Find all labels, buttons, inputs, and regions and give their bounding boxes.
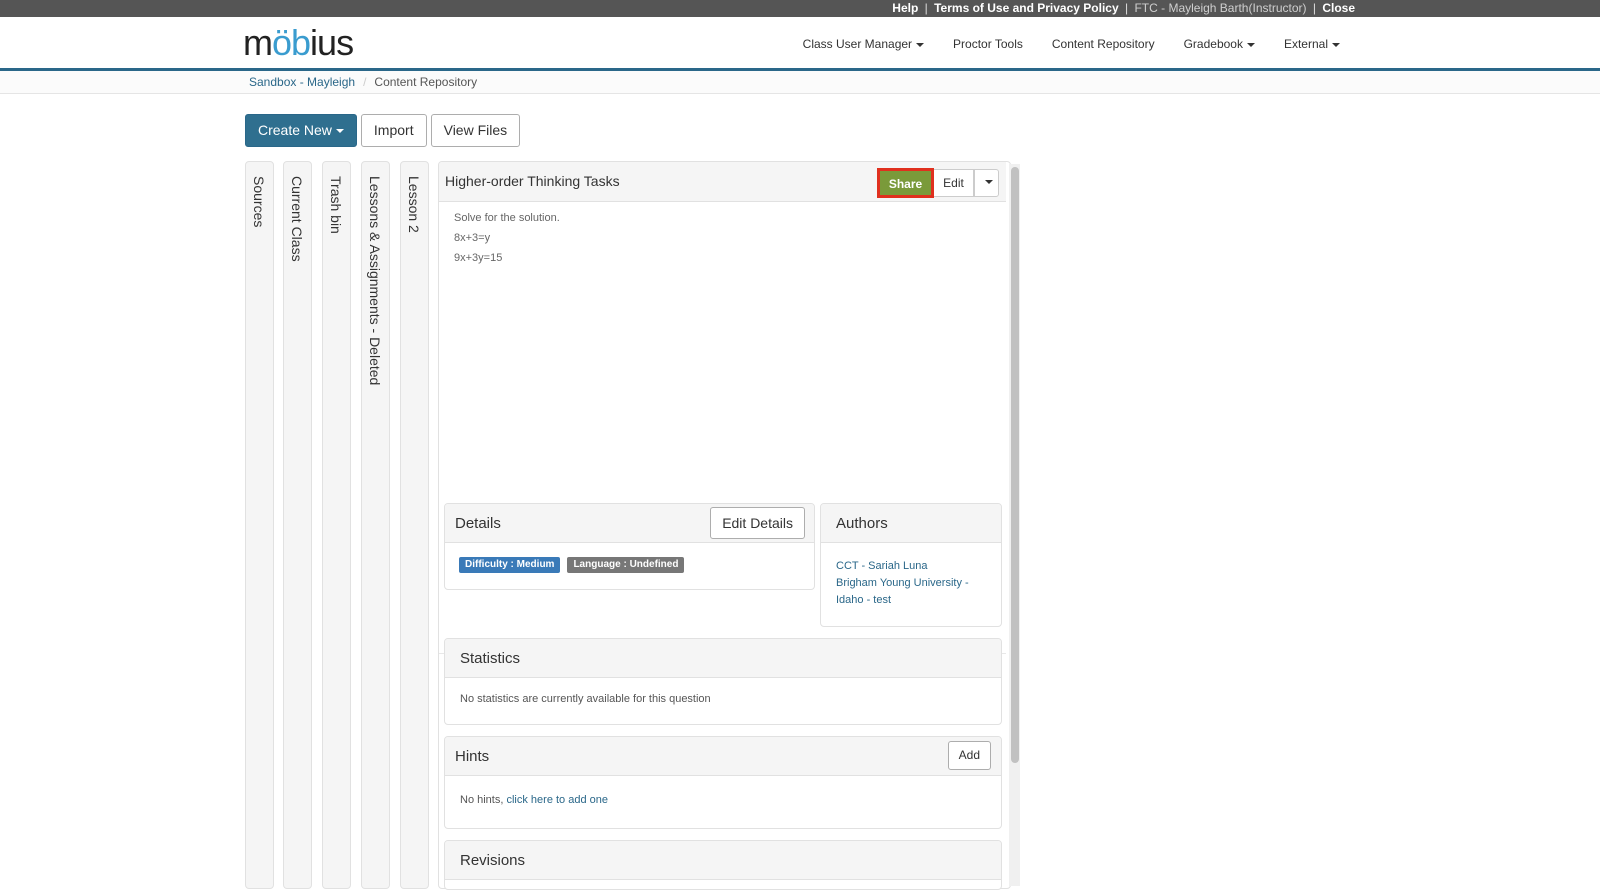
caret-down-icon — [984, 179, 993, 184]
hints-title: Hints — [455, 748, 490, 765]
help-link[interactable]: Help — [892, 1, 918, 15]
authors-body: CCT - Sariah Luna Brigham Young Universi… — [821, 543, 1001, 624]
tab-label: Lesson 2 — [406, 176, 422, 233]
nav-label: Class User Manager — [802, 37, 913, 51]
add-hint-button[interactable]: Add — [947, 741, 991, 770]
difficulty-badge: Difficulty : Medium — [459, 557, 561, 573]
breadcrumb-sandbox[interactable]: Sandbox - Mayleigh — [249, 75, 355, 89]
author-link[interactable]: CCT - Sariah Luna — [836, 558, 986, 575]
nav-label: Content Repository — [1051, 37, 1155, 51]
edit-details-button[interactable]: Edit Details — [710, 507, 805, 539]
details-header: Details Edit Details — [445, 504, 814, 543]
repository-toolbar: Create New Import View Files — [245, 114, 521, 147]
tab-label: Current Class — [289, 176, 305, 262]
nav-label: Proctor Tools — [953, 37, 1023, 51]
nav-proctor-tools[interactable]: Proctor Tools — [953, 37, 1023, 51]
question-header: Higher-order Thinking Tasks Share Edit — [439, 162, 1006, 202]
caret-down-icon — [1332, 42, 1340, 47]
revisions-header: Revisions — [445, 841, 1001, 880]
create-new-button[interactable]: Create New — [245, 114, 357, 147]
terms-link[interactable]: Terms of Use and Privacy Policy — [934, 1, 1119, 15]
panel-scrollbar-thumb[interactable] — [1011, 167, 1019, 763]
tab-trash-bin[interactable]: Trash bin — [322, 161, 351, 889]
breadcrumb-divider: / — [363, 75, 367, 89]
nav-gradebook[interactable]: Gradebook — [1184, 37, 1255, 51]
add-hint-link[interactable]: click here to add one — [506, 794, 608, 806]
question-line: 9x+3y=15 — [454, 252, 503, 264]
language-badge: Language : Undefined — [567, 557, 685, 573]
question-actions: Share Edit — [877, 168, 999, 198]
separator: | — [1312, 1, 1316, 15]
caret-down-icon — [1246, 42, 1255, 47]
edit-button[interactable]: Edit — [934, 169, 974, 197]
question-line: Solve for the solution. — [454, 212, 560, 224]
import-button[interactable]: Import — [360, 114, 427, 147]
statistics-title: Statistics — [460, 650, 521, 667]
statistics-message: No statistics are currently available fo… — [460, 693, 711, 705]
details-title: Details — [455, 515, 501, 532]
caret-down-icon — [916, 42, 925, 47]
question-title: Higher-order Thinking Tasks — [445, 173, 620, 189]
top-utility-bar: Help | Terms of Use and Privacy Policy |… — [0, 0, 1600, 17]
current-user: FTC - Mayleigh Barth(Instructor) — [1134, 1, 1307, 15]
tab-label: Trash bin — [328, 176, 344, 234]
tab-sources[interactable]: Sources — [245, 161, 274, 889]
nav-external[interactable]: External — [1284, 37, 1340, 51]
hints-panel: Hints Add No hints, click here to add on… — [444, 736, 1002, 829]
nav-label: Gradebook — [1183, 37, 1243, 51]
hints-body: No hints, click here to add one — [445, 776, 1001, 824]
share-button[interactable]: Share — [877, 168, 934, 198]
nav-class-user-manager[interactable]: Class User Manager — [802, 37, 925, 51]
nav-label: External — [1283, 37, 1328, 51]
statistics-header: Statistics — [445, 639, 1001, 678]
authors-title: Authors — [836, 515, 888, 532]
question-line: 8x+3=y — [454, 232, 491, 244]
author-link[interactable]: Brigham Young University - — [836, 575, 986, 592]
logo-text: ius — [310, 22, 354, 63]
tab-label: Sources — [251, 176, 267, 228]
breadcrumb: Sandbox - Mayleigh / Content Repository — [0, 71, 1600, 94]
hints-header: Hints Add — [445, 737, 1001, 776]
statistics-panel: Statistics No statistics are currently a… — [444, 638, 1002, 725]
breadcrumb-current: Content Repository — [374, 75, 478, 89]
logo-accent: öb — [272, 22, 311, 63]
tab-lesson-2[interactable]: Lesson 2 — [400, 161, 429, 889]
close-link[interactable]: Close — [1322, 1, 1355, 15]
nav-content-repository[interactable]: Content Repository — [1052, 37, 1155, 51]
navbar: möbius Class User Manager Proctor Tools … — [0, 17, 1600, 71]
separator: | — [924, 1, 928, 15]
main-nav: Class User Manager Proctor Tools Content… — [774, 17, 1340, 71]
separator: | — [1124, 1, 1129, 15]
mobius-logo[interactable]: möbius — [243, 22, 354, 63]
revisions-title: Revisions — [460, 852, 526, 869]
view-files-button[interactable]: View Files — [430, 114, 521, 147]
author-link[interactable]: Idaho - test — [836, 592, 986, 609]
logo-text: m — [243, 22, 273, 63]
caret-down-icon — [335, 129, 344, 134]
tab-label: Lessons & Assignments - Deleted — [367, 176, 383, 386]
authors-header: Authors — [821, 504, 1001, 543]
button-label: Create New — [258, 122, 332, 138]
tab-lessons-assignments-deleted[interactable]: Lessons & Assignments - Deleted — [361, 161, 390, 889]
tab-current-class[interactable]: Current Class — [283, 161, 312, 889]
details-panel: Details Edit Details Difficulty : Medium… — [444, 503, 815, 590]
hints-message: No hints, — [460, 794, 504, 806]
details-body: Difficulty : Medium Language : Undefined — [445, 543, 814, 587]
revisions-panel: Revisions — [444, 840, 1002, 890]
authors-panel: Authors CCT - Sariah Luna Brigham Young … — [820, 503, 1002, 627]
more-actions-dropdown[interactable] — [974, 169, 999, 197]
